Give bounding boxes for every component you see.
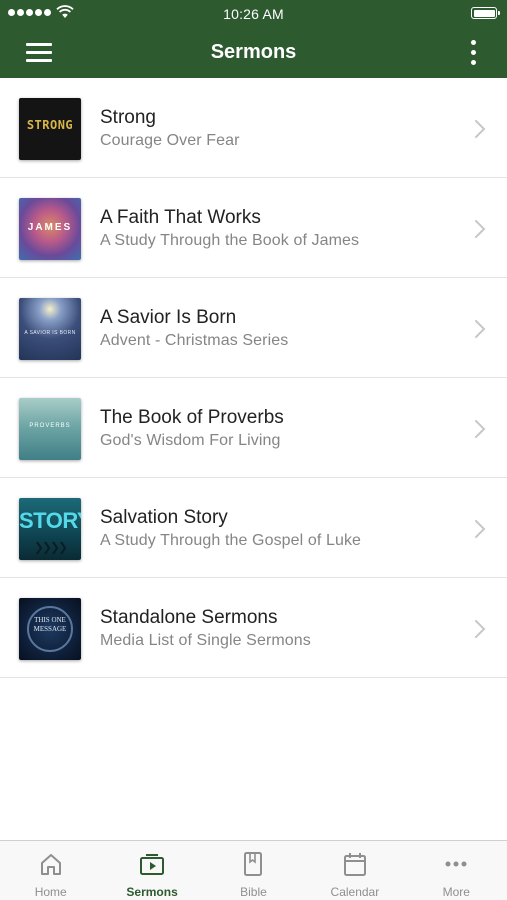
sermon-series-item[interactable]: A SAVIOR IS BORN A Savior Is Born Advent…: [0, 278, 507, 378]
sermon-series-item[interactable]: THIS ONE MESSAGE Standalone Sermons Medi…: [0, 578, 507, 678]
battery-icon: [471, 7, 500, 19]
status-time: 10:26 AM: [223, 6, 284, 22]
series-title: A Savior Is Born: [100, 307, 237, 328]
series-title: Strong: [100, 107, 156, 128]
series-subtitle: A Study Through the Gospel of Luke: [100, 532, 362, 549]
more-icon: [445, 861, 467, 867]
tab-bible[interactable]: Bible: [203, 841, 304, 900]
sermon-series-item[interactable]: STRONG Strong Courage Over Fear: [0, 78, 507, 178]
sermon-series-list: STRONG Strong Courage Over Fear JAMES A …: [0, 78, 507, 678]
series-title: A Faith That Works: [100, 207, 261, 228]
series-thumbnail: A SAVIOR IS BORN: [19, 298, 81, 360]
status-bar: 10:26 AM: [0, 0, 507, 28]
calendar-icon: [343, 853, 366, 876]
tab-more[interactable]: More: [406, 841, 507, 900]
chevron-right-icon: [475, 420, 486, 438]
series-thumbnail: STRONG: [19, 98, 81, 160]
home-icon: [40, 854, 61, 875]
overflow-menu-button[interactable]: [469, 40, 479, 68]
series-thumbnail: JAMES: [19, 198, 81, 260]
sermon-series-item[interactable]: STORY ❯❯❯❯ Salvation Story A Study Throu…: [0, 478, 507, 578]
series-thumbnail: THIS ONE MESSAGE: [19, 598, 81, 660]
nav-bar: Sermons: [0, 28, 507, 78]
series-subtitle: A Study Through the Book of James: [100, 232, 360, 249]
series-thumbnail: STORY ❯❯❯❯: [19, 498, 81, 560]
chevron-right-icon: [475, 620, 486, 638]
series-subtitle: Advent - Christmas Series: [100, 332, 289, 349]
tab-calendar[interactable]: Calendar: [304, 841, 405, 900]
chevron-right-icon: [475, 120, 486, 138]
series-title: Salvation Story: [100, 507, 228, 528]
chevron-right-icon: [475, 520, 486, 538]
chevron-right-icon: [475, 220, 486, 238]
chevron-right-icon: [475, 320, 486, 338]
tab-sermons[interactable]: Sermons: [101, 841, 202, 900]
page-title: Sermons: [210, 41, 297, 63]
sermon-series-item[interactable]: JAMES A Faith That Works A Study Through…: [0, 178, 507, 278]
tab-bar: Home Sermons Bible Calendar More: [0, 840, 507, 900]
series-subtitle: Courage Over Fear: [100, 132, 240, 149]
tab-home[interactable]: Home: [0, 841, 101, 900]
chevron-double-icon: ❯❯❯❯: [33, 540, 68, 554]
sermons-icon: [140, 854, 165, 875]
series-title: Standalone Sermons: [100, 607, 278, 628]
series-subtitle: God's Wisdom For Living: [100, 432, 281, 449]
sermon-series-item[interactable]: PROVERBS The Book of Proverbs God's Wisd…: [0, 378, 507, 478]
bible-icon: [244, 852, 263, 876]
series-title: The Book of Proverbs: [100, 407, 284, 428]
series-subtitle: Media List of Single Sermons: [100, 632, 311, 649]
series-thumbnail: PROVERBS: [19, 398, 81, 460]
